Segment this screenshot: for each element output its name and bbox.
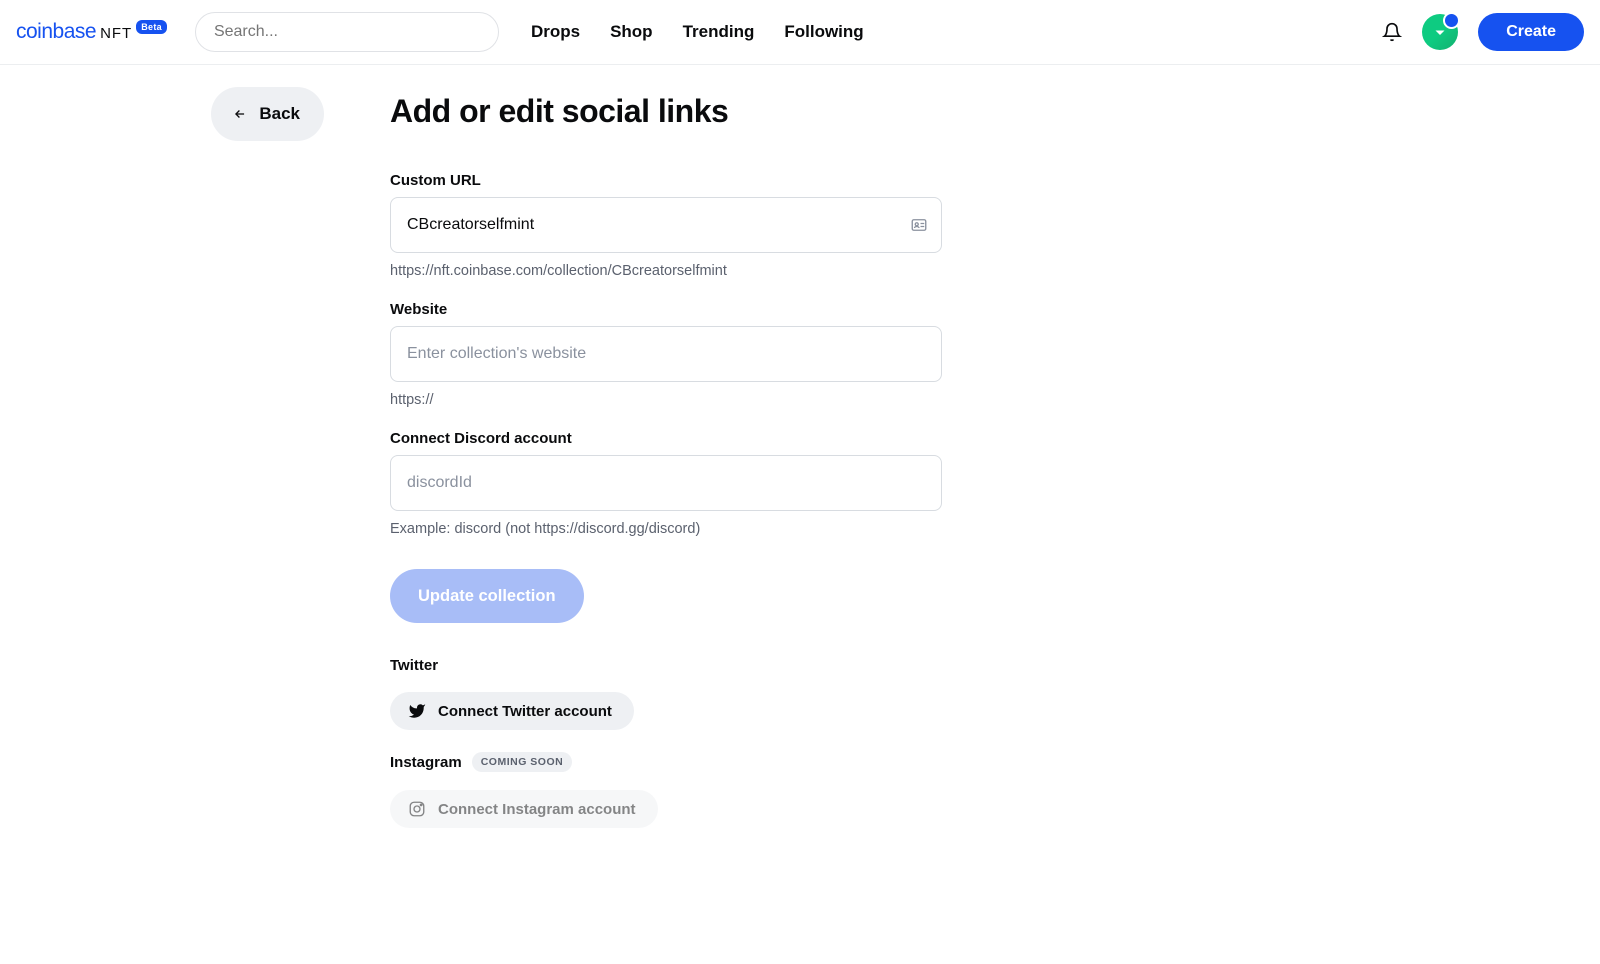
- label-instagram-text: Instagram: [390, 754, 462, 771]
- avatar[interactable]: [1422, 14, 1458, 50]
- helper-website: https://: [390, 392, 942, 408]
- page-title: Add or edit social links: [390, 93, 942, 130]
- logo-sub: NFT: [100, 25, 132, 42]
- field-instagram: Instagram COMING SOON Connect Instagram …: [390, 752, 942, 828]
- update-collection-button[interactable]: Update collection: [390, 569, 584, 623]
- label-twitter: Twitter: [390, 657, 942, 674]
- connect-twitter-label: Connect Twitter account: [438, 703, 612, 720]
- field-custom-url: Custom URL https://nft.coinbase.com/coll…: [390, 172, 942, 279]
- search-input[interactable]: [195, 12, 499, 52]
- custom-url-input[interactable]: [390, 197, 942, 253]
- connect-twitter-button[interactable]: Connect Twitter account: [390, 692, 634, 730]
- main-nav: Drops Shop Trending Following: [531, 22, 864, 42]
- logo-badge: Beta: [136, 20, 167, 34]
- arrow-left-icon: [231, 107, 249, 121]
- helper-discord: Example: discord (not https://discord.gg…: [390, 521, 942, 537]
- logo[interactable]: coinbase NFT Beta: [16, 20, 167, 44]
- logo-main: coinbase: [16, 20, 96, 44]
- label-website: Website: [390, 301, 942, 318]
- coming-soon-badge: COMING SOON: [472, 752, 573, 772]
- label-instagram: Instagram COMING SOON: [390, 752, 942, 772]
- nav-trending[interactable]: Trending: [683, 22, 755, 42]
- connect-instagram-button: Connect Instagram account: [390, 790, 658, 828]
- field-website: Website https://: [390, 301, 942, 408]
- helper-custom-url: https://nft.coinbase.com/collection/CBcr…: [390, 263, 942, 279]
- nav-shop[interactable]: Shop: [610, 22, 653, 42]
- notifications-icon[interactable]: [1382, 22, 1402, 42]
- create-button[interactable]: Create: [1478, 13, 1584, 51]
- discord-input[interactable]: [390, 455, 942, 511]
- label-discord: Connect Discord account: [390, 430, 942, 447]
- back-button[interactable]: Back: [211, 87, 324, 141]
- nav-drops[interactable]: Drops: [531, 22, 580, 42]
- id-card-icon: [910, 216, 928, 234]
- app-header: coinbase NFT Beta Drops Shop Trending Fo…: [0, 0, 1600, 65]
- field-twitter: Twitter Connect Twitter account: [390, 657, 942, 730]
- label-custom-url: Custom URL: [390, 172, 942, 189]
- nav-following[interactable]: Following: [784, 22, 863, 42]
- instagram-icon: [408, 800, 426, 818]
- connect-instagram-label: Connect Instagram account: [438, 801, 636, 818]
- field-discord: Connect Discord account Example: discord…: [390, 430, 942, 537]
- back-label: Back: [259, 104, 300, 124]
- website-input[interactable]: [390, 326, 942, 382]
- twitter-icon: [408, 702, 426, 720]
